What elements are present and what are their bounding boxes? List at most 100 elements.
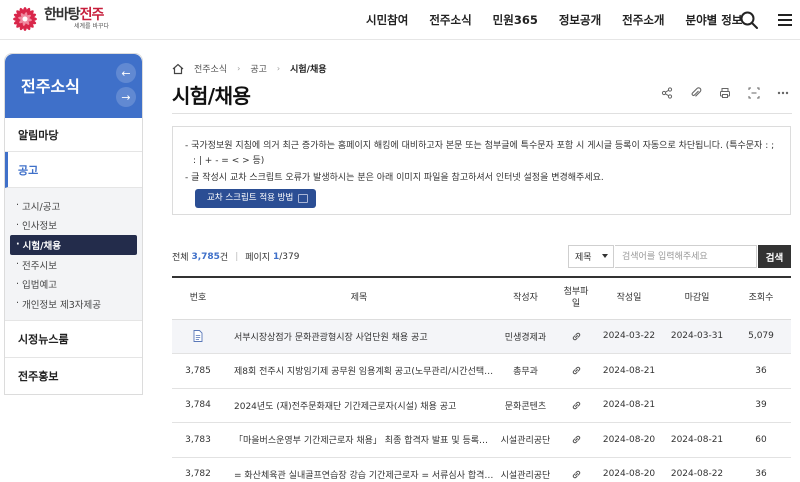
print-icon (720, 88, 730, 98)
row-author: 민생경제과 (504, 332, 547, 343)
document-icon (193, 330, 203, 343)
xss-guide-button[interactable]: 교차 스크립트 적용 방법 (195, 188, 317, 208)
nav-minwon365[interactable]: 민원365 (493, 12, 538, 28)
side-nav-submenu: · 고시/공고 · 인사정보 · 시험/채용 · 전주시보 · 입법예고 · 개인정보 제3… (5, 188, 142, 321)
row-attachment[interactable] (557, 354, 595, 389)
notice-special-chars: - 국가정보원 지침에 의거 최근 증가하는 홈페이지 해킹에 대비하고자 본문… (185, 141, 775, 166)
row-deadline: 2024-08-22 (670, 469, 724, 480)
link-icon (572, 470, 580, 478)
side-nav-sub-third-party[interactable]: · 개인정보 제3자제공 (10, 294, 137, 314)
more-icon (777, 91, 789, 95)
xss-guide-button-label: 교차 스크립트 적용 방법 (207, 192, 294, 203)
page-tools (656, 83, 794, 103)
prev-section-button[interactable]: ← (116, 63, 136, 83)
table-header-row: 번호 제목 작성자 첨부파일 작성일 마감일 조회수 (172, 277, 791, 319)
breadcrumb: 전주소식 › 공고 › 시험/채용 (172, 62, 327, 75)
text-size-icon (748, 87, 760, 99)
arrow-left-icon: ← (121, 66, 131, 80)
side-nav-menu: 알림마당 공고 · 고시/공고 · 인사정보 · 시험/채용 · 전주시보 · 입법예고 … (5, 118, 142, 394)
nav-info-disclosure[interactable]: 정보공개 (559, 12, 601, 28)
arrow-right-icon: → (121, 90, 131, 104)
row-author: 총무과 (513, 367, 538, 378)
row-author: 문화콘텐츠 (504, 401, 547, 412)
logo-main-text: 한바탕전주 (44, 7, 104, 23)
share-button[interactable] (656, 83, 678, 103)
breadcrumb-current: 시험/채용 (290, 65, 327, 75)
attach-button[interactable] (685, 83, 707, 103)
side-nav-item-promotion[interactable]: 전주홍보 (5, 358, 142, 394)
col-number: 번호 (189, 293, 207, 304)
row-title-link[interactable]: 2024년도 (재)전주문화재단 기간제근로자(시설) 채용 공고 (224, 388, 494, 423)
row-views: 39 (755, 400, 767, 411)
total-pages: 379 (282, 251, 300, 262)
home-icon[interactable] (172, 63, 184, 75)
side-nav-item-announcements[interactable]: 공고 (5, 152, 142, 188)
next-section-button[interactable]: → (116, 87, 136, 107)
nav-jeonju-news[interactable]: 전주소식 (429, 12, 471, 28)
breadcrumb-separator: › (237, 64, 241, 73)
table-row[interactable]: 3,785 제8회 전주시 지방임기제 공무원 임용계획 공고(노무관리/시간선… (172, 354, 791, 389)
side-nav-item-notices[interactable]: 알림마당 (5, 118, 142, 152)
side-nav-title: 전주소식 (21, 77, 80, 96)
row-views: 5,079 (748, 331, 774, 342)
row-attachment[interactable] (557, 423, 595, 458)
menu-icon[interactable] (775, 10, 795, 30)
board-table: 번호 제목 작성자 첨부파일 작성일 마감일 조회수 서부시장상점가 문화관광형… (172, 276, 791, 482)
total-count: 3,785 (191, 251, 220, 262)
main-navigation: 시민참여 전주소식 민원365 정보공개 전주소개 분야별 정보 (366, 0, 742, 40)
flower-logo-icon (13, 7, 37, 31)
print-button[interactable] (714, 83, 736, 103)
row-number: 3,785 (185, 365, 211, 376)
row-author: 시설관리공단 (500, 470, 551, 481)
row-date: 2024-08-20 (602, 469, 656, 480)
table-row[interactable]: 서부시장상점가 문화관광형시장 사업단원 채용 공고 민생경제과 2024-03… (172, 319, 791, 354)
row-number: 3,784 (185, 400, 211, 411)
table-row[interactable]: 3,783 「마을버스운영부 기간제근로자 채용」 최종 합격자 발표 및 등록… (172, 423, 791, 458)
side-nav-item-newsroom[interactable]: 시정뉴스룸 (5, 321, 142, 358)
side-nav-header: 전주소식 ← → (5, 54, 142, 118)
breadcrumb-item-announcements[interactable]: 공고 (250, 62, 267, 75)
row-attachment[interactable] (557, 388, 595, 423)
row-number: 3,782 (185, 469, 211, 480)
search-icon[interactable] (739, 10, 759, 30)
side-nav-sub-gazette[interactable]: · 전주시보 (10, 255, 137, 275)
chevron-down-icon (602, 254, 608, 258)
more-button[interactable] (772, 83, 794, 103)
search-input[interactable] (615, 245, 757, 268)
row-title-link[interactable]: = 화산체육관 실내골프연습장 강습 기간제근로자 = 서류심사 합격자 ... (224, 457, 494, 482)
table-row[interactable]: 3,784 2024년도 (재)전주문화재단 기간제근로자(시설) 채용 공고 … (172, 388, 791, 423)
link-icon (572, 436, 580, 444)
breadcrumb-separator: › (276, 64, 281, 73)
table-row[interactable]: 3,782 = 화산체육관 실내골프연습장 강습 기간제근로자 = 서류심사 합… (172, 457, 791, 482)
notice-marker (172, 319, 224, 354)
side-nav-sub-exam-recruit[interactable]: · 시험/채용 (10, 235, 137, 255)
side-nav-sub-public-notice[interactable]: · 고시/공고 (10, 196, 137, 216)
col-deadline: 마감일 (684, 293, 710, 304)
nav-jeonju-intro[interactable]: 전주소개 (622, 12, 664, 28)
row-deadline (663, 354, 731, 389)
side-nav-sub-legislation[interactable]: · 입법예고 (10, 274, 137, 294)
search-field-select[interactable]: 제목 (568, 245, 614, 268)
title-divider (172, 113, 792, 114)
search-button[interactable]: 검색 (758, 245, 791, 268)
row-title-link[interactable]: 서부시장상점가 문화관광형시장 사업단원 채용 공고 (224, 319, 494, 354)
nav-citizen-participation[interactable]: 시민참여 (366, 12, 408, 28)
link-icon (572, 367, 580, 375)
side-nav-sub-personnel[interactable]: · 인사정보 (10, 216, 137, 236)
share-icon (661, 87, 673, 99)
row-attachment[interactable] (557, 319, 595, 354)
logo-slogan: 세계를 바꾸다 (74, 23, 110, 30)
link-icon (572, 401, 580, 409)
breadcrumb-item-news[interactable]: 전주소식 (194, 62, 227, 75)
text-size-button[interactable] (743, 83, 765, 103)
row-title-link[interactable]: 제8회 전주시 지방임기제 공무원 임용계획 공고(노무관리/시간선택제... (224, 354, 494, 389)
nav-field-info[interactable]: 분야별 정보 (685, 12, 742, 28)
col-views: 조회수 (748, 293, 774, 304)
row-deadline (663, 388, 731, 423)
new-window-icon (298, 193, 309, 203)
col-author: 작성자 (513, 293, 538, 304)
row-deadline: 2024-08-21 (670, 434, 724, 445)
site-logo[interactable]: 한바탕전주 세계를 바꾸다 (8, 4, 118, 34)
row-title-link[interactable]: 「마을버스운영부 기간제근로자 채용」 최종 합격자 발표 및 등록요령 공고 (224, 423, 494, 458)
row-attachment[interactable] (557, 457, 595, 482)
